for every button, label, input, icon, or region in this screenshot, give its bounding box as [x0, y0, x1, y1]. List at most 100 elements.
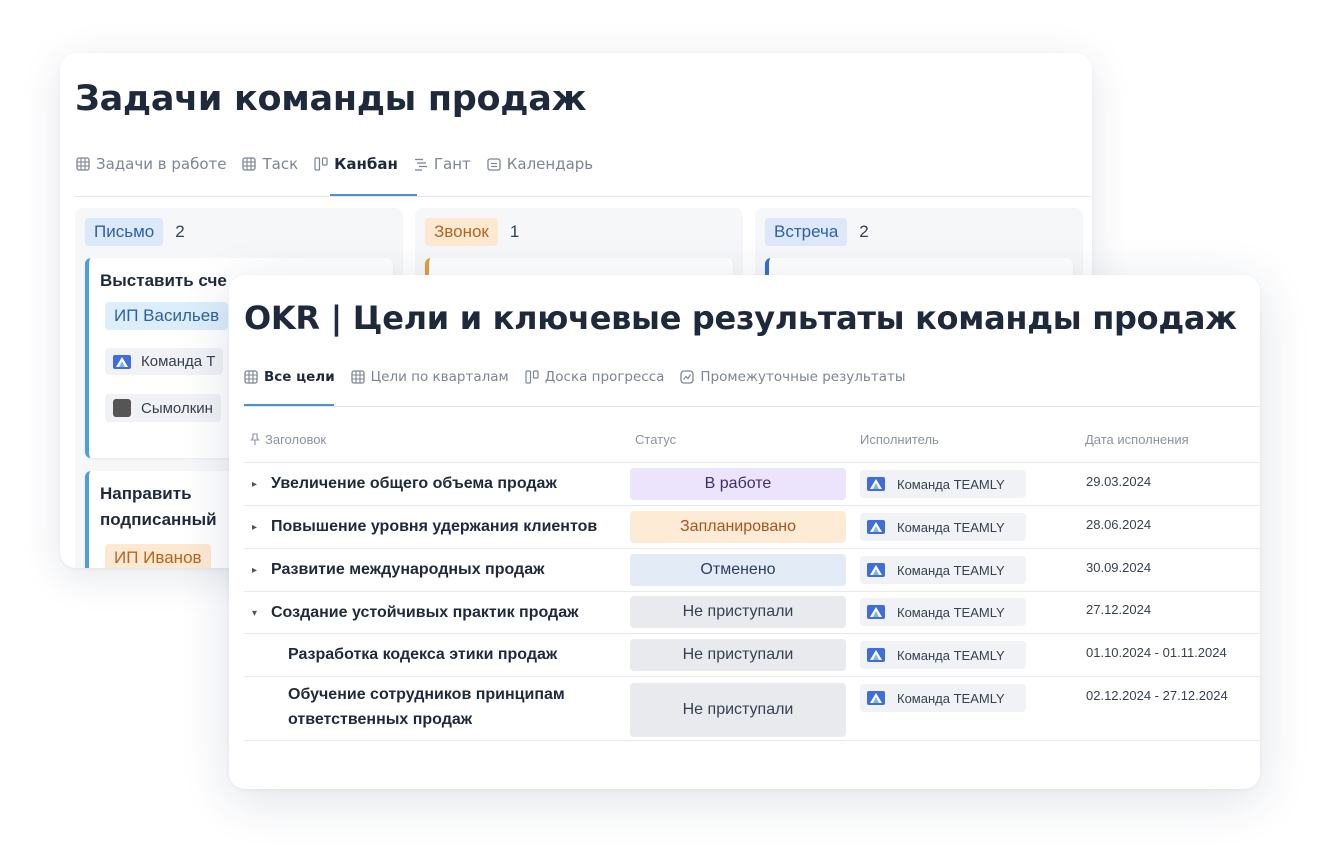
assignee-name: Сымолкин — [141, 399, 213, 417]
card-title-line: Направить — [100, 484, 192, 503]
header-label: Исполнитель — [860, 432, 939, 447]
status-badge[interactable]: Запланировано — [630, 511, 846, 543]
tab-label: Промежуточные результаты — [700, 369, 906, 385]
status-badge[interactable]: Не приступали — [630, 596, 846, 628]
tab-label: Календарь — [506, 155, 594, 173]
goal-title: Разработка кодекса этики продаж — [288, 646, 558, 663]
card-company-tag: ИП Иванов — [105, 544, 211, 568]
goal-title: Увеличение общего объема продаж — [271, 475, 557, 492]
column-count: 1 — [509, 222, 520, 241]
tab-intermediate-results[interactable]: Промежуточные результаты — [680, 366, 906, 388]
teamly-logo-icon — [113, 355, 131, 369]
assignee-name: Команда TEAMLY — [897, 476, 1005, 492]
assignee-chip[interactable]: Команда TEAMLY — [860, 470, 1026, 498]
collapse-caret-icon[interactable]: ▾ — [252, 608, 262, 619]
row-title-line: ответственных продаж — [288, 711, 473, 728]
tab-label: Таск — [262, 155, 299, 173]
expand-caret-icon[interactable]: ▸ — [252, 565, 262, 576]
column-label: Встреча — [765, 218, 848, 246]
assignee-name: Команда TEAMLY — [897, 604, 1005, 620]
assignee-name: Команда TEAMLY — [897, 562, 1005, 578]
expand-caret-icon[interactable]: ▸ — [252, 479, 262, 490]
card-company-tag: ИП Васильев — [105, 302, 229, 330]
card-assignee: Сымолкин — [105, 394, 221, 422]
teamly-logo-icon — [867, 648, 885, 662]
column-header-due-date[interactable]: Дата исполнения — [1085, 432, 1189, 447]
assignee-name: Команда TEAMLY — [897, 690, 1005, 706]
due-date: 02.12.2024 - 27.12.2024 — [1086, 688, 1228, 703]
table-icon — [76, 157, 90, 171]
assignee-chip[interactable]: Команда TEAMLY — [860, 684, 1026, 712]
tabs-divider — [244, 406, 1260, 407]
table-row[interactable]: Обучение сотрудников принципам ответстве… — [244, 677, 1260, 741]
column-header: Встреча 2 — [765, 218, 869, 246]
assignee-chip[interactable]: Команда TEAMLY — [860, 513, 1026, 541]
tab-label: Доска прогресса — [544, 369, 665, 385]
tab-tasks-in-progress[interactable]: Задачи в работе — [76, 153, 226, 175]
assignee-chip[interactable]: Команда TEAMLY — [860, 556, 1026, 584]
card-title: Выставить сче — [100, 271, 227, 290]
tabs-divider — [75, 196, 1092, 197]
tab-label: Задачи в работе — [96, 155, 227, 173]
tab-progress-board[interactable]: Доска прогресса — [525, 366, 665, 388]
tab-calendar[interactable]: Календарь — [487, 153, 593, 175]
status-badge[interactable]: Не приступали — [630, 639, 846, 671]
due-date: 28.06.2024 — [1086, 517, 1152, 532]
gantt-icon — [414, 157, 428, 171]
status-badge[interactable]: Не приступали — [630, 683, 846, 737]
assignee-chip[interactable]: Команда TEAMLY — [860, 641, 1026, 669]
assignee-name: Команда TEAMLY — [897, 519, 1005, 535]
tab-all-goals[interactable]: Все цели — [244, 366, 335, 388]
active-tab-indicator — [330, 194, 417, 196]
pin-icon — [250, 433, 260, 445]
column-count: 2 — [859, 222, 869, 241]
table-row[interactable]: ▾ Создание устойчивых практик продаж Не … — [244, 592, 1260, 634]
tab-kanban[interactable]: Канбан — [314, 153, 398, 175]
goal-title: Создание устойчивых практик продаж — [271, 604, 579, 621]
column-label: Письмо — [85, 218, 164, 246]
table-row[interactable]: ▸ Развитие международных продаж Отменено… — [244, 549, 1260, 592]
column-header-title[interactable]: Заголовок — [250, 432, 326, 447]
calendar-icon — [487, 157, 501, 171]
teamly-logo-icon — [867, 477, 885, 491]
card-assignee: Команда Т — [105, 348, 224, 375]
column-label: Звонок — [425, 218, 498, 246]
page-title: Задачи команды продаж — [75, 79, 587, 119]
table-row[interactable]: Разработка кодекса этики продаж Не прист… — [244, 634, 1260, 677]
column-header-status[interactable]: Статус — [635, 432, 676, 447]
teamly-logo-icon — [867, 605, 885, 619]
row-title: ▾ Создание устойчивых практик продаж — [252, 604, 578, 622]
row-title: ▸ Увеличение общего объема продаж — [252, 475, 557, 493]
tab-label: Гант — [433, 155, 471, 173]
goal-title: Повышение уровня удержания клиентов — [271, 518, 598, 535]
table-row[interactable]: ▸ Увеличение общего объема продаж В рабо… — [244, 463, 1260, 506]
header-label: Статус — [635, 432, 677, 447]
column-header-assignee[interactable]: Исполнитель — [860, 432, 939, 447]
due-date: 30.09.2024 — [1086, 560, 1152, 575]
table-icon — [351, 370, 365, 384]
tab-label: Цели по кварталам — [370, 369, 509, 385]
expand-caret-icon[interactable]: ▸ — [252, 522, 262, 533]
assignee-name: Команда Т — [141, 353, 216, 370]
avatar — [113, 399, 131, 417]
due-date: 01.10.2024 - 01.11.2024 — [1086, 645, 1227, 660]
assignee-chip[interactable]: Команда TEAMLY — [860, 598, 1026, 626]
row-title-line: Обучение сотрудников принципам — [288, 686, 565, 703]
active-tab-indicator — [244, 404, 334, 406]
table-icon — [244, 370, 258, 384]
chart-icon — [680, 370, 694, 384]
tab-goals-by-quarter[interactable]: Цели по кварталам — [351, 366, 509, 388]
due-date: 29.03.2024 — [1086, 474, 1152, 489]
column-header: Письмо 2 — [85, 218, 185, 246]
tab-task[interactable]: Таск — [242, 153, 298, 175]
assignee-name: Команда TEAMLY — [897, 647, 1005, 663]
table-row[interactable]: ▸ Повышение уровня удержания клиентов За… — [244, 506, 1260, 549]
status-badge[interactable]: В работе — [630, 468, 846, 500]
status-badge[interactable]: Отменено — [630, 554, 846, 586]
tab-gantt[interactable]: Гант — [414, 153, 471, 175]
teamly-logo-icon — [867, 691, 885, 705]
page-title: OKR | Цели и ключевые результаты команды… — [244, 299, 1237, 337]
view-tabs: Задачи в работе Таск Канбан Гант Календа… — [76, 153, 593, 175]
teamly-logo-icon — [867, 563, 885, 577]
view-tabs: Все цели Цели по кварталам Доска прогрес… — [244, 366, 906, 388]
